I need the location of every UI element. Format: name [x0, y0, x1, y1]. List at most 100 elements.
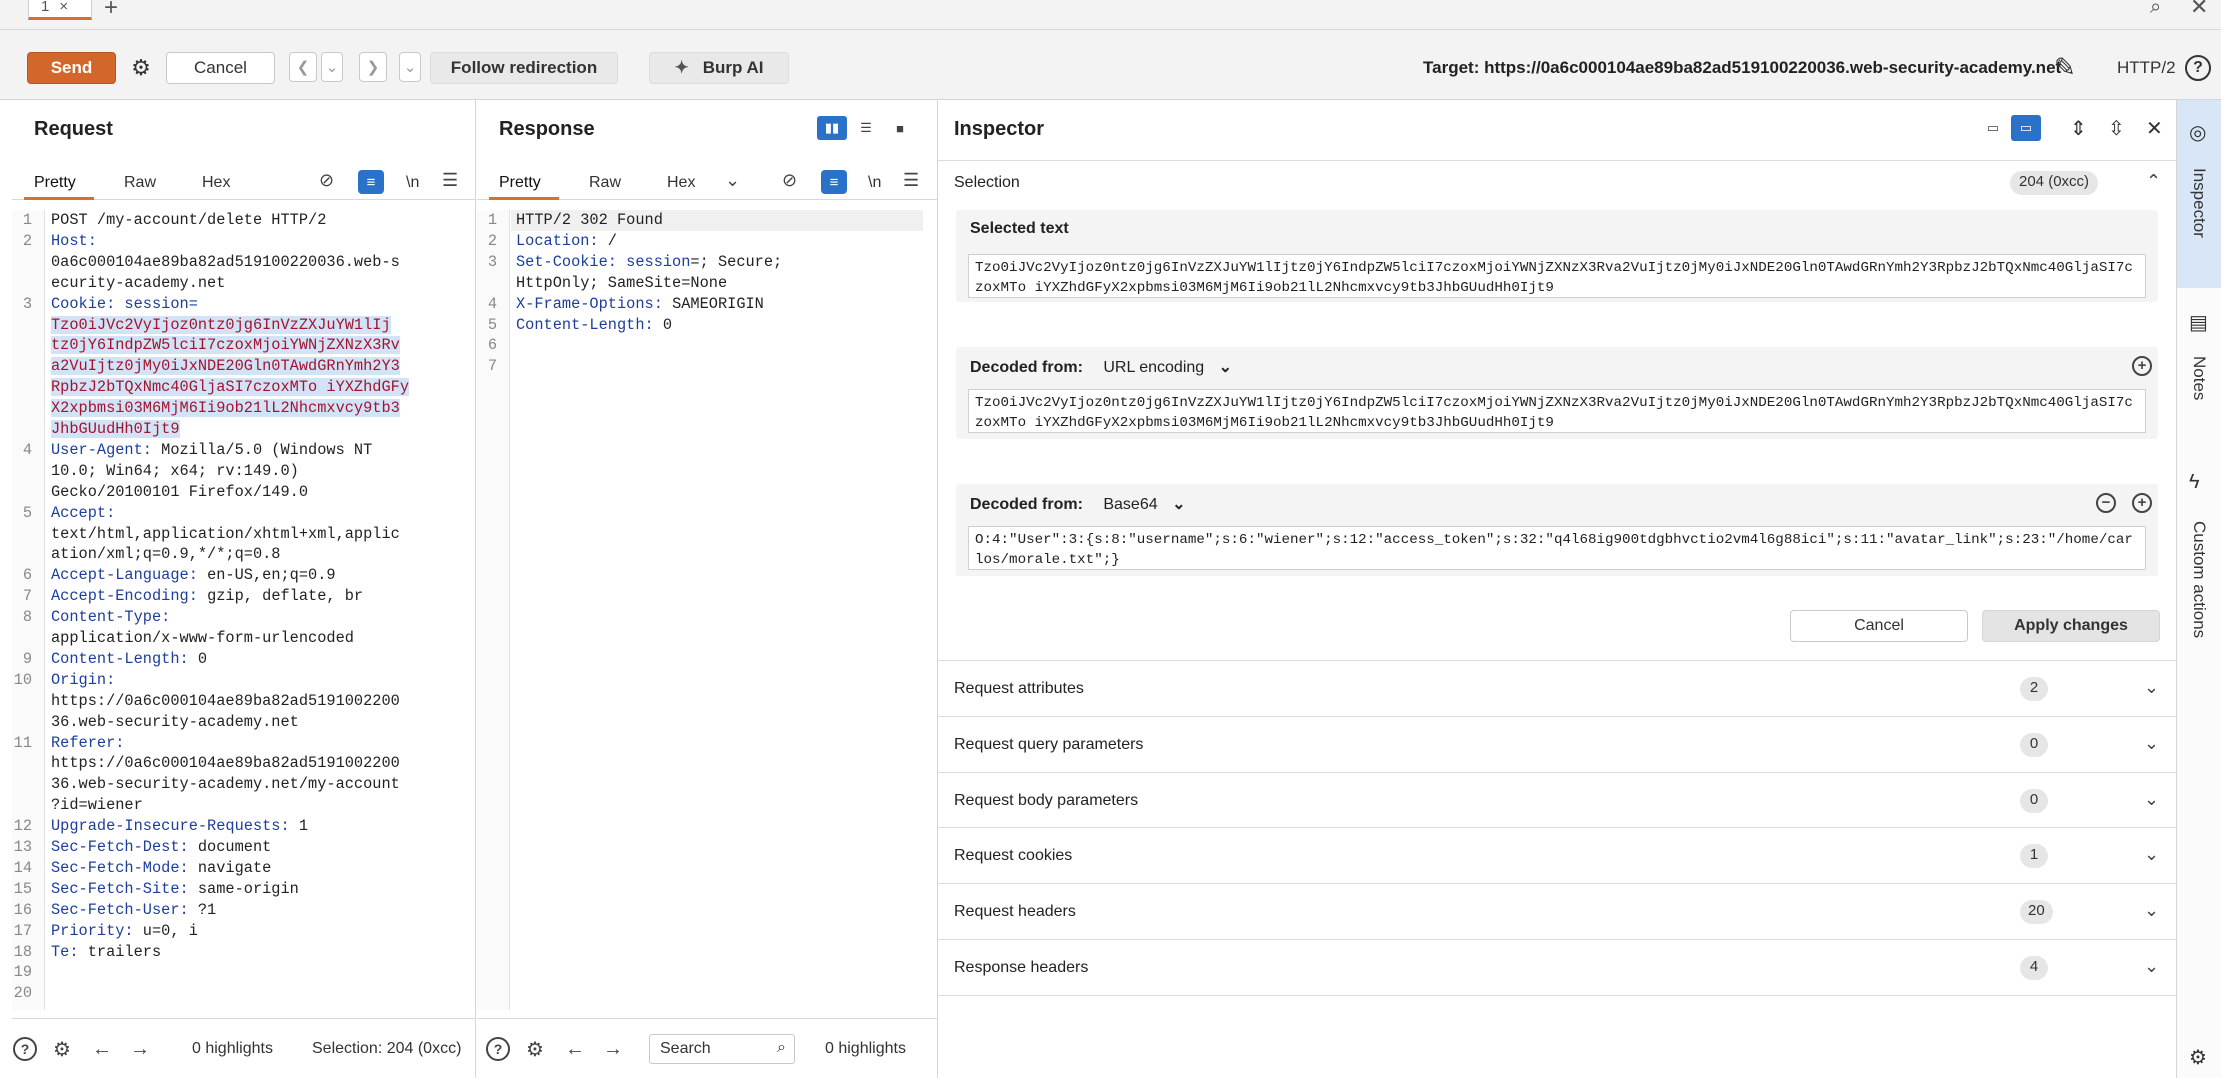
close-icon[interactable]: ✕ — [2190, 0, 2208, 20]
help-icon[interactable]: ? — [2185, 55, 2211, 81]
cancel-button[interactable]: Cancel — [166, 52, 275, 84]
gear-icon[interactable]: ⚙ — [2189, 1045, 2207, 1070]
hide-nonprintable-icon[interactable]: ⊘ — [319, 170, 334, 191]
split-horizontal-icon[interactable]: ☰ — [851, 116, 881, 140]
single-pane-icon[interactable]: ■ — [885, 116, 915, 140]
follow-redirection-button[interactable]: Follow redirection — [430, 52, 618, 84]
code-text: ation/xml;q=0.9,*/*;q=0.8 — [51, 545, 281, 564]
line-number: 8 — [22, 608, 32, 627]
decoding-select[interactable]: URL encoding — [1103, 359, 1204, 376]
inspector-section[interactable]: Request query parameters 0 ⌄ — [938, 715, 2176, 772]
chevron-down-icon[interactable]: ⌄ — [725, 170, 740, 191]
line-code: Upgrade-Insecure-Requests: 1 — [51, 816, 308, 837]
arrow-left-icon[interactable]: ← — [90, 1037, 114, 1061]
tab-raw[interactable]: Raw — [589, 174, 621, 192]
inspector-section[interactable]: Request cookies 1 ⌄ — [938, 827, 2176, 883]
forward-button[interactable]: ❯ — [359, 52, 387, 82]
arrow-right-icon[interactable]: → — [601, 1037, 625, 1061]
line-code: Accept-Language: en-US,en;q=0.9 — [51, 565, 336, 586]
header-name: session — [626, 252, 691, 271]
tab-close-icon[interactable]: × — [59, 0, 68, 15]
chevron-down-icon[interactable]: ⌄ — [2144, 677, 2159, 698]
section-label: Response headers — [954, 959, 1089, 976]
chevron-down-icon[interactable]: ⌄ — [2144, 956, 2159, 977]
help-icon[interactable]: ? — [13, 1037, 37, 1061]
back-button[interactable]: ❮ — [289, 52, 317, 82]
search-input[interactable]: Search ⌕ — [649, 1034, 795, 1064]
decoded-url-field[interactable]: Tzo0iJVc2VyIjoz0ntz0jg6InVzZXJuYW1lIjtz0… — [968, 389, 2146, 433]
code-text: ecurity-academy.net — [51, 273, 226, 292]
edit-target-pencil-icon[interactable]: ✎ — [2054, 52, 2076, 83]
menu-icon[interactable]: ☰ — [903, 170, 919, 191]
chevron-up-icon[interactable]: ⌃ — [2146, 171, 2161, 192]
line-code: Location: / — [516, 231, 617, 252]
code-text: HTTP/2 302 Found — [516, 211, 663, 229]
menu-icon[interactable]: ☰ — [442, 170, 458, 191]
code-text: 0 — [197, 649, 208, 668]
add-decode-icon[interactable]: + — [2132, 493, 2152, 513]
help-icon[interactable]: ? — [486, 1037, 510, 1061]
response-editor[interactable]: 1 HTTP/2 302 Found 2 Location: / 3 Set-Cookie… — [477, 210, 937, 1010]
forward-history-button[interactable]: ⌄ — [399, 52, 421, 82]
header-name: Content-Length: — [516, 315, 663, 334]
wrap-lines-icon[interactable]: ≡ — [358, 170, 384, 194]
apply-changes-button[interactable]: Apply changes — [1982, 610, 2160, 642]
rail-inspector[interactable]: ◎ Inspector — [2177, 100, 2221, 288]
gear-icon[interactable]: ⚙ — [50, 1037, 74, 1061]
selected-text-box: Selected text Tzo0iJVc2VyIjoz0ntz0jg6InV… — [956, 210, 2158, 302]
code-text: =; Secure; — [690, 252, 783, 271]
add-tab-button[interactable]: + — [104, 0, 118, 22]
wrap-lines-icon[interactable]: ≡ — [821, 170, 847, 194]
inspector-section[interactable]: Request attributes 2 ⌄ — [938, 660, 2176, 716]
hide-nonprintable-icon[interactable]: ⊘ — [782, 170, 797, 191]
chevron-down-icon: ⌄ — [403, 59, 417, 76]
inspector-section[interactable]: Request body parameters 0 ⌄ — [938, 771, 2176, 828]
decoding-select[interactable]: Base64 — [1103, 496, 1157, 513]
gear-icon[interactable]: ⚙ — [124, 52, 158, 84]
notes-icon: ▤ — [2189, 312, 2208, 334]
repeater-tab[interactable]: 1 × — [28, 0, 92, 20]
http-version-toggle[interactable]: HTTP/2 — [2117, 58, 2176, 78]
arrow-left-icon[interactable]: ← — [563, 1037, 587, 1061]
header-name: Origin: — [51, 670, 116, 689]
layout-left-icon[interactable]: ▭ — [1978, 115, 2008, 141]
arrow-right-icon[interactable]: → — [128, 1037, 152, 1061]
chevron-down-icon[interactable]: ⌄ — [1219, 359, 1232, 376]
tab-hex[interactable]: Hex — [202, 174, 230, 192]
selected-text-field[interactable]: Tzo0iJVc2VyIjoz0ntz0jg6InVzZXJuYW1lIjtz0… — [968, 254, 2146, 298]
burp-ai-label: Burp AI — [702, 58, 764, 77]
expand-all-icon[interactable]: ⇕ — [2070, 116, 2087, 141]
collapse-all-icon[interactable]: ⇳ — [2108, 116, 2125, 141]
gear-icon[interactable]: ⚙ — [523, 1037, 547, 1061]
chevron-down-icon[interactable]: ⌄ — [2144, 844, 2159, 865]
add-decode-icon[interactable]: + — [2132, 356, 2152, 376]
send-button[interactable]: Send — [27, 52, 116, 84]
rail-custom-actions[interactable]: ϟ Custom actions — [2177, 465, 2221, 665]
tab-raw[interactable]: Raw — [124, 174, 156, 192]
cancel-button[interactable]: Cancel — [1790, 610, 1968, 642]
search-icon[interactable]: ⌕ — [2150, 0, 2161, 19]
inspector-section[interactable]: Request headers 20 ⌄ — [938, 883, 2176, 939]
code-text: trailers — [87, 942, 162, 961]
burp-ai-button[interactable]: ✦ Burp AI — [649, 52, 789, 84]
chevron-down-icon[interactable]: ⌄ — [2144, 789, 2159, 810]
tab-pretty[interactable]: Pretty — [499, 174, 541, 192]
line-number: 4 — [487, 294, 497, 313]
newline-toggle[interactable]: \n — [406, 174, 419, 192]
chevron-down-icon[interactable]: ⌄ — [2144, 900, 2159, 921]
split-vertical-icon[interactable]: ▮▮ — [817, 116, 847, 140]
close-icon[interactable]: ✕ — [2146, 116, 2163, 141]
chevron-down-icon[interactable]: ⌄ — [1172, 496, 1185, 513]
decoded-base64-field[interactable]: O:4:"User":3:{s:8:"username";s:6:"wiener… — [968, 526, 2146, 570]
tab-hex[interactable]: Hex — [667, 174, 695, 192]
inspector-section[interactable]: Response headers 4 ⌄ — [938, 939, 2176, 995]
selection-section-header[interactable]: Selection 204 (0xcc) ⌃ — [938, 160, 2176, 204]
tab-pretty[interactable]: Pretty — [34, 174, 76, 192]
chevron-down-icon[interactable]: ⌄ — [2144, 733, 2159, 754]
request-editor[interactable]: 1 POST /my-account/delete HTTP/2 2 Host: 0a6… — [12, 210, 475, 1010]
back-history-button[interactable]: ⌄ — [321, 52, 343, 82]
newline-toggle[interactable]: \n — [868, 174, 881, 192]
remove-decode-icon[interactable]: − — [2096, 493, 2116, 513]
layout-right-icon[interactable]: ▭ — [2011, 115, 2041, 141]
rail-notes[interactable]: ▤ Notes — [2177, 300, 2221, 420]
